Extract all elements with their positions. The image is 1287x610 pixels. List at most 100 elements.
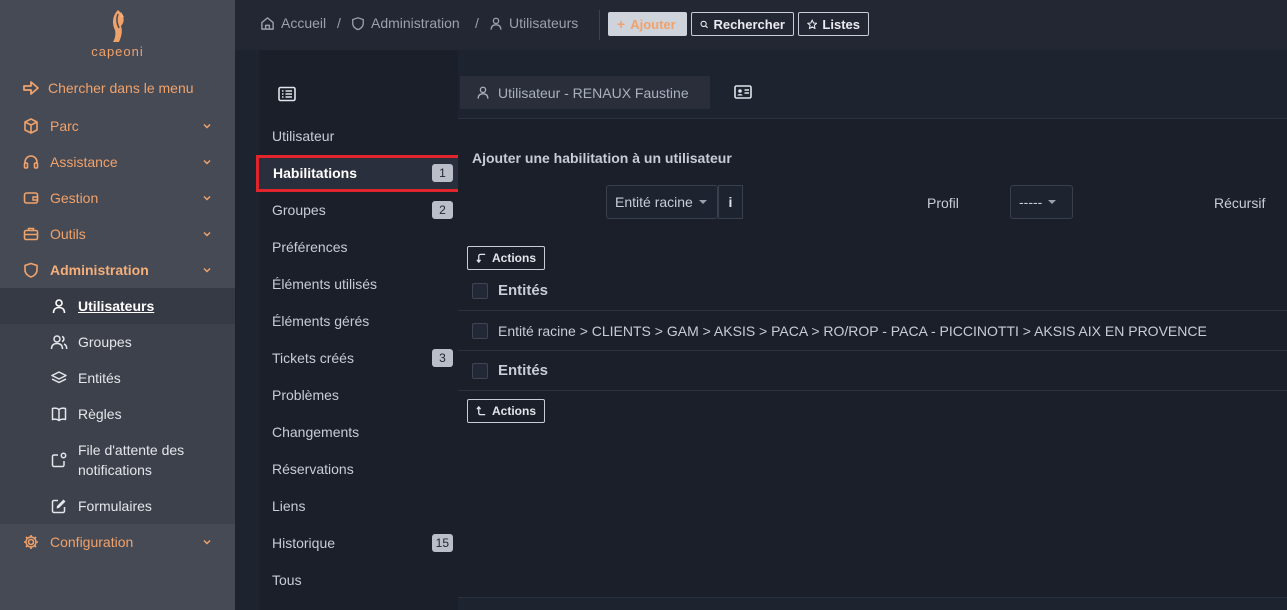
id-card-icon[interactable]	[734, 84, 752, 100]
count-badge: 3	[432, 349, 453, 367]
sidebar-item-gestion[interactable]: Gestion	[0, 180, 235, 216]
breadcrumb-home-label: Accueil	[281, 15, 327, 31]
actions-button-top[interactable]: Actions	[467, 246, 545, 270]
main-content: Utilisateur - RENAUX Faustine Ajouter un…	[458, 50, 1287, 610]
recursive-label: Récursif	[1214, 195, 1266, 211]
list-toggle-icon[interactable]	[278, 86, 296, 102]
user-header-label: Utilisateur - RENAUX Faustine	[498, 84, 689, 101]
user-header-tab[interactable]: Utilisateur - RENAUX Faustine	[460, 76, 710, 109]
search-button-label: Rechercher	[713, 16, 785, 32]
tab-habilitations[interactable]: Habilitations 1	[256, 155, 462, 192]
user-icon	[477, 86, 489, 99]
select-all-checkbox[interactable]	[472, 362, 488, 379]
breadcrumb-home[interactable]: Accueil	[260, 15, 326, 31]
profile-select[interactable]: -----	[1010, 185, 1073, 219]
search-icon	[700, 20, 708, 28]
plus-icon: +	[617, 16, 626, 32]
tab-groupes[interactable]: Groupes 2	[259, 192, 458, 229]
edit-icon	[50, 497, 68, 515]
habilitation-panel: Ajouter une habilitation à un utilisateu…	[458, 118, 1287, 598]
sidebar-subitem-regles[interactable]: Règles	[0, 396, 235, 432]
caret-down-icon	[1048, 200, 1057, 204]
tab-label: Groupes	[272, 202, 326, 218]
sidebar-item-administration[interactable]: Administration	[0, 252, 235, 288]
tab-label: Historique	[272, 535, 336, 551]
tab-tickets-crees[interactable]: Tickets créés 3	[259, 340, 458, 377]
sidebar-item-parc[interactable]: Parc	[0, 108, 235, 144]
tab-preferences[interactable]: Préférences	[259, 229, 458, 266]
actions-label: Actions	[491, 251, 536, 265]
actions-label: Actions	[491, 404, 536, 418]
brand-name: capeoni	[91, 44, 144, 59]
chevron-down-icon	[203, 123, 211, 129]
caret-down-icon	[698, 200, 707, 204]
sidebar-subitem-entites[interactable]: Entités	[0, 360, 235, 396]
tab-changements[interactable]: Changements	[259, 414, 458, 451]
tab-historique[interactable]: Historique 15	[259, 525, 458, 562]
layers-icon	[50, 369, 68, 387]
shield-icon	[22, 262, 40, 278]
breadcrumb-separator: /	[337, 15, 341, 31]
table-row[interactable]: Entité racine > CLIENTS > GAM > AKSIS > …	[458, 311, 1287, 351]
sidebar-subitem-notification-queue[interactable]: File d'attente des notifications	[0, 432, 235, 488]
sidebar-subitem-formulaires[interactable]: Formulaires	[0, 488, 235, 524]
lists-button-label: Listes	[822, 16, 860, 32]
tab-label: Éléments gérés	[272, 313, 370, 329]
tab-reservations[interactable]: Réservations	[259, 451, 458, 488]
info-icon: i	[728, 194, 733, 210]
gutter	[235, 50, 259, 610]
tab-liens[interactable]: Liens	[259, 488, 458, 525]
breadcrumb-separator: /	[475, 15, 479, 31]
row-checkbox[interactable]	[472, 322, 488, 339]
entity-select[interactable]: Entité racine	[606, 185, 718, 219]
tab-utilisateur[interactable]: Utilisateur	[259, 118, 458, 155]
menu-search[interactable]: Chercher dans le menu	[0, 70, 235, 106]
sidebar: capeoni Chercher dans le menu Parc Assis…	[0, 0, 235, 610]
sidebar-item-label: Administration	[50, 262, 149, 278]
tab-problemes[interactable]: Problèmes	[259, 377, 458, 414]
menu-search-label: Chercher dans le menu	[48, 80, 194, 96]
info-button[interactable]: i	[718, 185, 743, 219]
actions-button-bottom[interactable]: Actions	[467, 399, 545, 423]
tab-label: Préférences	[272, 239, 348, 255]
tab-label: Réservations	[272, 461, 354, 477]
breadcrumb-administration[interactable]: Administration	[351, 15, 460, 31]
headset-icon	[22, 154, 40, 170]
tab-elements-utilises[interactable]: Éléments utilisés	[259, 266, 458, 303]
sidebar-item-label: Parc	[50, 118, 79, 134]
table-footer-row: Entités	[458, 351, 1287, 391]
gear-icon	[22, 534, 40, 550]
box-icon	[22, 118, 40, 134]
sidebar-item-assistance[interactable]: Assistance	[0, 144, 235, 180]
home-icon	[261, 16, 274, 30]
sidebar-subitem-label: File d'attente des notifications	[78, 442, 185, 478]
shield-icon	[352, 16, 364, 30]
breadcrumb-utilisateurs[interactable]: Utilisateurs	[489, 15, 578, 31]
chevron-down-icon	[203, 539, 211, 545]
lists-button[interactable]: Listes	[798, 12, 869, 36]
select-all-checkbox[interactable]	[472, 282, 488, 299]
tab-label: Problèmes	[272, 387, 339, 403]
sidebar-item-label: Configuration	[50, 534, 134, 550]
count-badge: 2	[432, 201, 453, 219]
sidebar-item-configuration[interactable]: Configuration	[0, 524, 235, 560]
sidebar-item-label: Assistance	[50, 154, 118, 170]
arrow-turn-up-icon	[476, 405, 486, 416]
user-icon	[490, 17, 502, 30]
search-button[interactable]: Rechercher	[691, 12, 794, 36]
entity-path: Entité racine > CLIENTS > GAM > AKSIS > …	[498, 322, 1207, 339]
tab-elements-geres[interactable]: Éléments gérés	[259, 303, 458, 340]
divider	[599, 10, 600, 40]
sidebar-subitem-label: Entités	[78, 370, 121, 386]
add-button[interactable]: + Ajouter	[608, 12, 687, 36]
users-icon	[50, 333, 68, 351]
tab-tous[interactable]: Tous	[259, 562, 458, 599]
sidebar-subitem-groupes[interactable]: Groupes	[0, 324, 235, 360]
tab-label: Liens	[272, 498, 306, 514]
book-icon	[50, 405, 68, 423]
sidebar-subitem-utilisateurs[interactable]: Utilisateurs	[0, 288, 235, 324]
star-icon	[807, 19, 818, 29]
sidebar-item-outils[interactable]: Outils	[0, 216, 235, 252]
column-footer-entities: Entités	[498, 362, 549, 379]
logo[interactable]: capeoni	[0, 0, 235, 68]
